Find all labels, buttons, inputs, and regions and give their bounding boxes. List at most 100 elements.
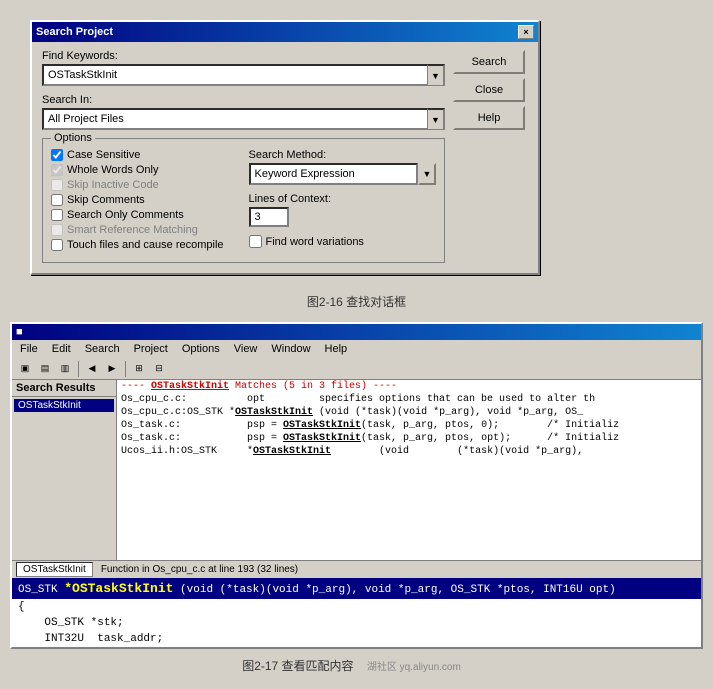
- case-sensitive-label: Case Sensitive: [67, 149, 140, 161]
- search-method-label: Search Method:: [249, 149, 437, 161]
- case-sensitive-checkbox[interactable]: [51, 149, 63, 161]
- skip-inactive-label: Skip Inactive Code: [67, 179, 159, 191]
- checkbox-case-sensitive: Case Sensitive: [51, 149, 239, 161]
- ide-menu-bar: File Edit Search Project Options View Wi…: [12, 340, 701, 358]
- find-keywords-combo: ▼: [42, 64, 445, 86]
- toolbar-btn-1[interactable]: ▣: [16, 360, 34, 378]
- dialog-titlebar: Search Project ×: [32, 22, 538, 42]
- smart-reference-checkbox[interactable]: [51, 224, 63, 236]
- whole-words-label: Whole Words Only: [67, 164, 159, 176]
- dialog-buttons: Search Close Help: [453, 50, 528, 263]
- ide-section: ■ File Edit Search Project Options View …: [10, 322, 703, 649]
- code-line-1: Os_cpu_c.c: opt specifies options that c…: [117, 393, 701, 406]
- search-button[interactable]: Search: [453, 50, 525, 74]
- toolbar-btn-3[interactable]: ▥: [56, 360, 74, 378]
- source-line-2: OS_STK *stk;: [12, 615, 701, 631]
- menu-window[interactable]: Window: [267, 342, 314, 356]
- search-in-label: Search In:: [42, 94, 445, 106]
- checkbox-skip-inactive: Skip Inactive Code: [51, 179, 239, 191]
- find-word-variations-row: Find word variations: [249, 235, 437, 248]
- menu-project[interactable]: Project: [130, 342, 172, 356]
- search-in-combo: ▼: [42, 108, 445, 130]
- func-name: *OSTaskStkInit: [64, 581, 173, 596]
- options-left-col: Case Sensitive Whole Words Only Skip Ina…: [51, 149, 239, 254]
- skip-comments-label: Skip Comments: [67, 194, 145, 206]
- menu-options[interactable]: Options: [178, 342, 224, 356]
- skip-comments-checkbox[interactable]: [51, 194, 63, 206]
- ide-window: ■ File Edit Search Project Options View …: [10, 322, 703, 649]
- dialog-left-panel: Find Keywords: ▼ Search In: ▼ Options: [42, 50, 445, 263]
- menu-file[interactable]: File: [16, 342, 42, 356]
- watermark: 湖社区 yq.aliyun.com: [367, 662, 471, 673]
- ide-content: Search Results OSTaskStkInit ---- OSTask…: [12, 380, 701, 560]
- toolbar-btn-4[interactable]: ◀: [83, 360, 101, 378]
- close-icon[interactable]: ×: [518, 25, 534, 39]
- search-method-dropdown-btn[interactable]: ▼: [418, 163, 436, 185]
- find-keywords-input[interactable]: [42, 64, 427, 86]
- smart-reference-label: Smart Reference Matching: [67, 224, 198, 236]
- lines-of-context-input[interactable]: [249, 207, 289, 227]
- options-group: Options Case Sensitive Whole Words Only: [42, 138, 445, 263]
- results-item[interactable]: OSTaskStkInit: [14, 399, 114, 412]
- menu-view[interactable]: View: [230, 342, 262, 356]
- find-word-variations-checkbox[interactable]: [249, 235, 262, 248]
- status-tab-name[interactable]: OSTaskStkInit: [16, 562, 93, 577]
- ide-bottom-code: OS_STK *OSTaskStkInit (void (*task)(void…: [12, 578, 701, 599]
- code-panel: ---- OSTaskStkInit Matches (5 in 3 files…: [117, 380, 701, 560]
- help-button[interactable]: Help: [453, 106, 525, 130]
- caption2: 图2-17 查看匹配内容 湖社区 yq.aliyun.com: [0, 657, 713, 674]
- code-line-2: Os_cpu_c.c:OS_STK *OSTaskStkInit (void (…: [117, 406, 701, 419]
- toolbar-sep-2: [125, 361, 126, 377]
- code-line-3: Os_task.c: psp = OSTaskStkInit(task, p_a…: [117, 419, 701, 432]
- search-method-input[interactable]: [249, 163, 419, 185]
- menu-edit[interactable]: Edit: [48, 342, 75, 356]
- caption2-text: 图2-17 查看匹配内容: [242, 659, 353, 673]
- find-keywords-label: Find Keywords:: [42, 50, 445, 62]
- find-word-variations-label: Find word variations: [266, 236, 364, 248]
- ide-bottom-bar: OSTaskStkInit Function in Os_cpu_c.c at …: [12, 560, 701, 578]
- search-in-dropdown-btn[interactable]: ▼: [427, 108, 445, 130]
- lines-of-context-label: Lines of Context:: [249, 193, 437, 205]
- checkbox-whole-words: Whole Words Only: [51, 164, 239, 176]
- func-keyword: OS_STK: [18, 584, 64, 596]
- checkbox-search-only-comments: Search Only Comments: [51, 209, 239, 221]
- source-line-1: {: [12, 599, 701, 615]
- close-button[interactable]: Close: [453, 78, 525, 102]
- func-args: (void (*task)(void *p_arg), void *p_arg,…: [173, 584, 615, 596]
- search-project-dialog: Search Project × Find Keywords: ▼ Search…: [30, 20, 540, 275]
- touch-files-label: Touch files and cause recompile: [67, 239, 224, 251]
- toolbar-btn-2[interactable]: ▤: [36, 360, 54, 378]
- match-keyword: OSTaskStkInit: [151, 381, 229, 392]
- find-keywords-dropdown-btn[interactable]: ▼: [427, 64, 445, 86]
- whole-words-checkbox[interactable]: [51, 164, 63, 176]
- menu-search[interactable]: Search: [81, 342, 124, 356]
- toolbar-btn-6[interactable]: ⊞: [130, 360, 148, 378]
- code-line-4: Os_task.c: psp = OSTaskStkInit(task, p_a…: [117, 432, 701, 445]
- toolbar-btn-5[interactable]: ▶: [103, 360, 121, 378]
- ide-toolbar: ▣ ▤ ▥ ◀ ▶ ⊞ ⊟: [12, 358, 701, 380]
- toolbar-btn-7[interactable]: ⊟: [150, 360, 168, 378]
- code-line-5: Ucos_ii.h:OS_STK *OSTaskStkInit (void (*…: [117, 445, 701, 458]
- search-in-input[interactable]: [42, 108, 427, 130]
- options-right-col: Search Method: ▼ Lines of Context: Find …: [249, 149, 437, 254]
- status-tab-info: Function in Os_cpu_c.c at line 193 (32 l…: [101, 564, 298, 575]
- search-method-combo: ▼: [249, 163, 437, 185]
- search-only-comments-checkbox[interactable]: [51, 209, 63, 221]
- results-panel: Search Results OSTaskStkInit: [12, 380, 117, 560]
- checkbox-skip-comments: Skip Comments: [51, 194, 239, 206]
- checkbox-touch-files: Touch files and cause recompile: [51, 239, 239, 251]
- match-header-line: ---- OSTaskStkInit Matches (5 in 3 files…: [117, 380, 701, 393]
- skip-inactive-checkbox[interactable]: [51, 179, 63, 191]
- options-inner: Case Sensitive Whole Words Only Skip Ina…: [51, 149, 436, 254]
- dialog-body: Find Keywords: ▼ Search In: ▼ Options: [32, 42, 538, 273]
- ide-title-icon: ■: [16, 326, 23, 338]
- source-line-3: INT32U task_addr;: [12, 631, 701, 647]
- checkbox-smart-reference: Smart Reference Matching: [51, 224, 239, 236]
- options-legend: Options: [51, 132, 95, 144]
- touch-files-checkbox[interactable]: [51, 239, 63, 251]
- toolbar-sep-1: [78, 361, 79, 377]
- results-title: Search Results: [12, 380, 116, 397]
- ide-titlebar: ■: [12, 324, 701, 340]
- menu-help[interactable]: Help: [321, 342, 352, 356]
- search-only-comments-label: Search Only Comments: [67, 209, 184, 221]
